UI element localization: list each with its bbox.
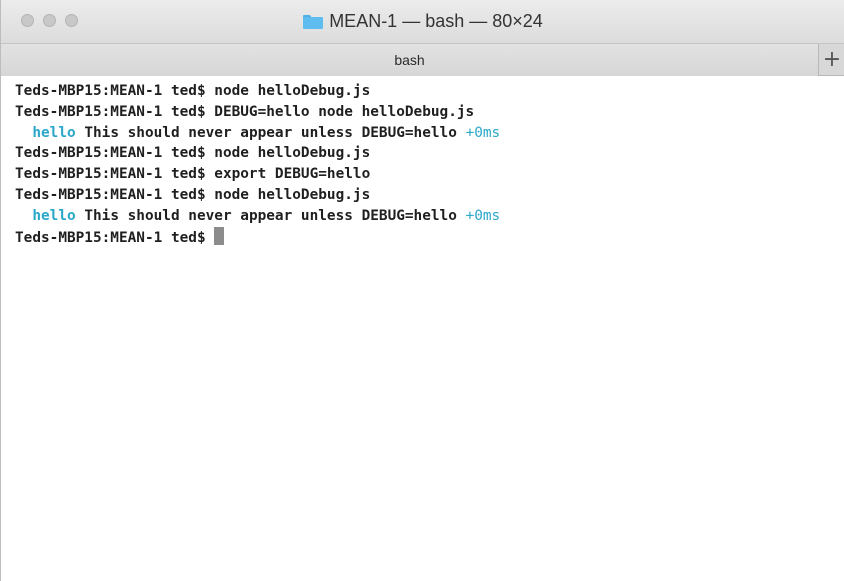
debug-namespace: hello: [32, 124, 76, 141]
terminal-line: Teds-MBP15:MEAN-1 ted$ export DEBUG=hell…: [15, 166, 371, 183]
terminal-line: Teds-MBP15:MEAN-1 ted$ DEBUG=hello node …: [15, 103, 475, 120]
tab-bash[interactable]: bash: [1, 44, 819, 76]
terminal-line: Teds-MBP15:MEAN-1 ted$ node helloDebug.j…: [15, 145, 371, 162]
debug-delta: +0ms: [465, 124, 501, 141]
title-bar[interactable]: MEAN-1 — bash — 80×24: [1, 0, 844, 43]
plus-icon: +: [822, 47, 842, 72]
tab-bar: bash +: [1, 43, 844, 76]
debug-namespace: hello: [32, 207, 76, 224]
debug-line: hello This should never appear unless DE…: [32, 124, 501, 141]
new-tab-button[interactable]: +: [819, 44, 844, 76]
folder-icon: [303, 15, 324, 29]
terminal-window: MEAN-1 — bash — 80×24 bash + Teds-MBP15:…: [0, 0, 844, 581]
debug-delta: +0ms: [465, 207, 501, 224]
tab-label: bash: [394, 52, 425, 68]
debug-line: hello This should never appear unless DE…: [32, 207, 501, 224]
prompt-line: Teds-MBP15:MEAN-1 ted$: [15, 226, 844, 248]
terminal-line: Teds-MBP15:MEAN-1 ted$ node helloDebug.j…: [15, 186, 371, 203]
terminal-line: Teds-MBP15:MEAN-1 ted$ node helloDebug.j…: [15, 83, 371, 99]
terminal-output[interactable]: Teds-MBP15:MEAN-1 ted$ node helloDebug.j…: [1, 76, 844, 581]
window-title: MEAN-1 — bash — 80×24: [329, 11, 543, 31]
title-group: MEAN-1 — bash — 80×24: [1, 0, 844, 43]
text-cursor: [214, 226, 225, 245]
